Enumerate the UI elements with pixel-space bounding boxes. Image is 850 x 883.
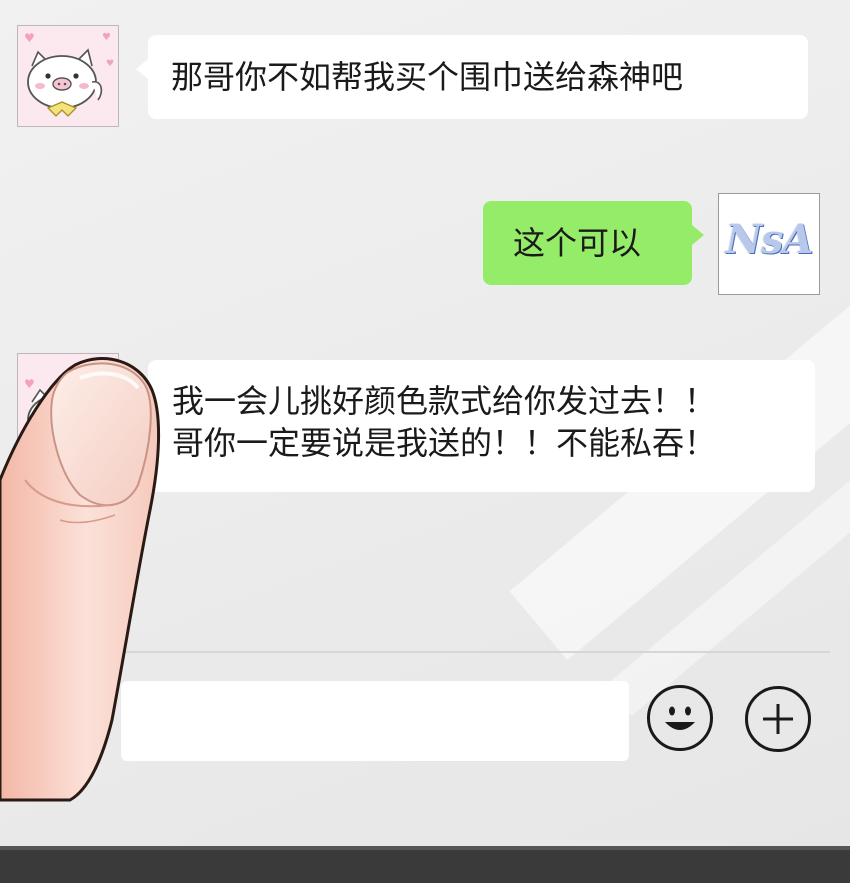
heart-icon: ♥	[102, 32, 111, 43]
input-bar-divider	[0, 651, 830, 653]
pig-face-icon: ♥ ♥ ♥	[24, 31, 114, 117]
pig-face-icon: ♥	[24, 377, 97, 447]
pig-avatar[interactable]: ♥	[17, 353, 119, 455]
emoji-button[interactable]	[647, 685, 713, 751]
heart-icon: ♥	[106, 59, 114, 69]
message-text: 我一会儿挑好颜色款式给你发过去！！	[172, 382, 717, 420]
emoji-icon	[665, 706, 695, 730]
more-button[interactable]	[745, 686, 811, 752]
voice-icon	[74, 701, 92, 737]
message-text: 这个可以	[513, 224, 642, 262]
voice-button[interactable]	[40, 686, 106, 752]
message-text: 那哥你不如帮我买个围巾送给森神吧	[171, 58, 684, 96]
heart-icon: ♥	[24, 377, 35, 391]
pig-avatar[interactable]: ♥ ♥ ♥	[17, 25, 119, 127]
avatar-logo-text: NsA	[725, 216, 813, 263]
nsa-avatar[interactable]: NsA	[718, 193, 820, 295]
message-bubble-received[interactable]: 我一会儿挑好颜色款式给你发过去！！ 哥你一定要说是我送的！！不能私吞！	[136, 360, 815, 492]
message-bubble-sent[interactable]: 这个可以	[483, 201, 704, 285]
message-bubble-received[interactable]: 那哥你不如帮我买个围巾送给森神吧	[136, 35, 808, 119]
phone-bottom-bezel	[0, 846, 850, 883]
message-text: 哥你一定要说是我送的！！不能私吞！	[172, 424, 717, 462]
plus-icon	[763, 704, 793, 734]
heart-icon: ♥	[24, 31, 35, 45]
message-input[interactable]	[121, 681, 629, 761]
